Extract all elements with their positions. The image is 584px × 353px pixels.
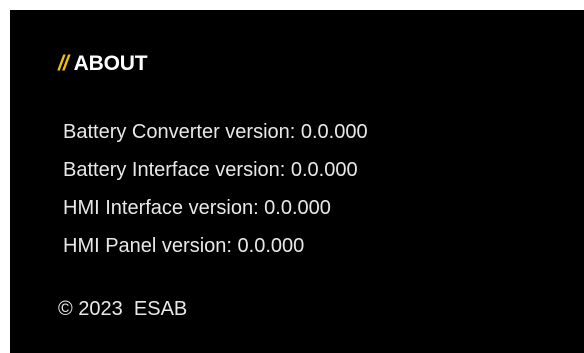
hmi-interface-version: HMI Interface version: 0.0.000 [63, 197, 331, 219]
about-panel: // ABOUT Battery Converter version: 0.0.… [10, 10, 584, 353]
copyright-text: © 2023 ESAB [58, 298, 188, 320]
version-list: Battery Converter version: 0.0.000 Batte… [63, 113, 368, 265]
battery-interface-version: Battery Interface version: 0.0.000 [63, 159, 358, 181]
battery-converter-version: Battery Converter version: 0.0.000 [63, 121, 368, 143]
hmi-panel-version: HMI Panel version: 0.0.000 [63, 235, 305, 257]
about-header: // ABOUT [58, 52, 148, 76]
about-title: ABOUT [73, 52, 148, 75]
header-slashes: // [58, 52, 69, 75]
